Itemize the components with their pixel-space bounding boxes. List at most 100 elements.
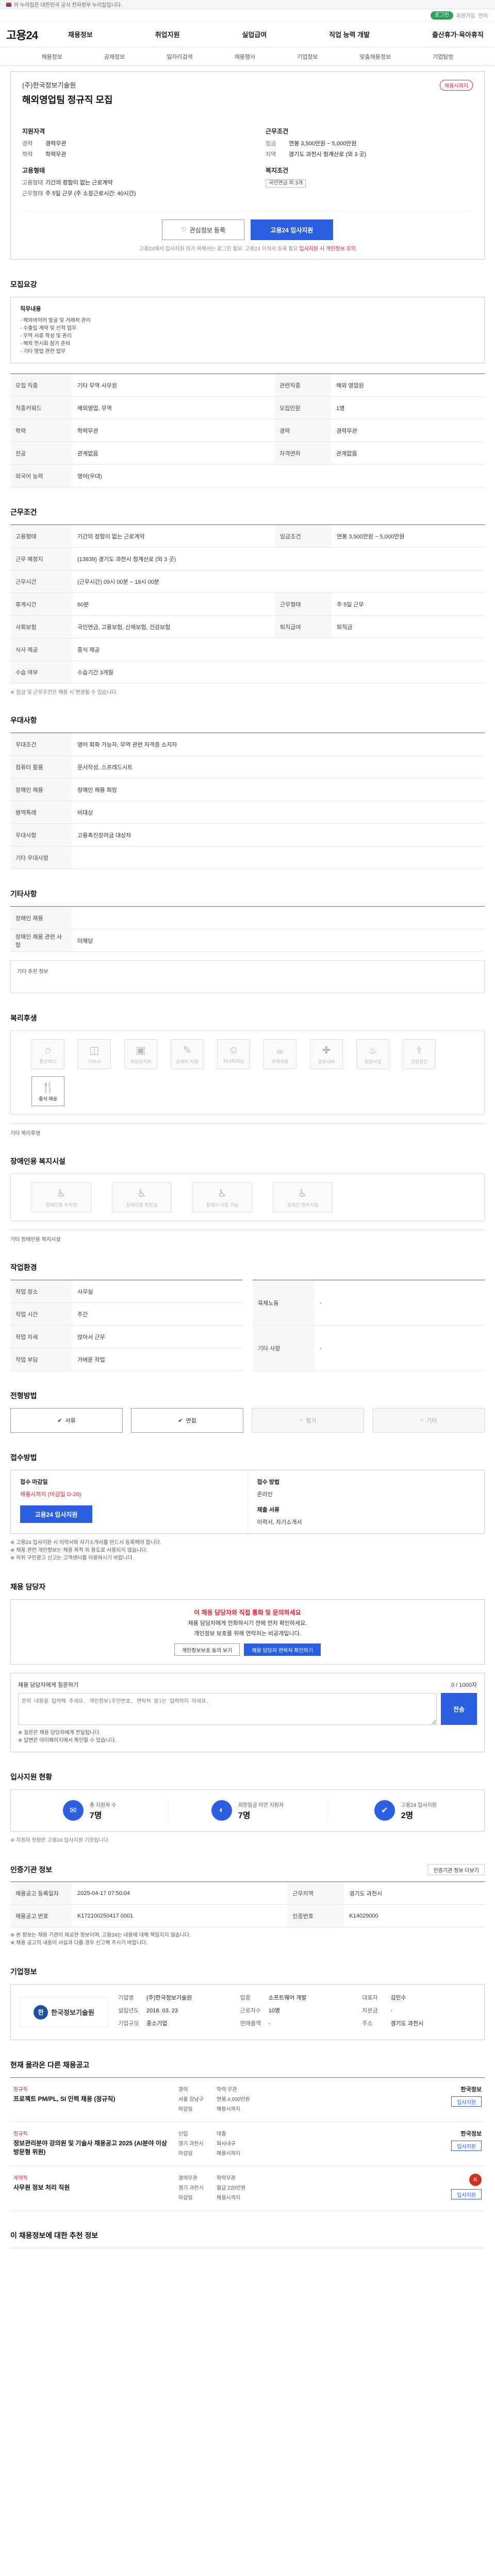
duty-line: - 해외바이어 발굴 및 거래처 관리 [20,318,91,324]
table-row: 휴게시간 60분 근무형태 주 5일 근무 [10,592,485,616]
row-value: 주간 [72,1302,242,1326]
snb-item[interactable]: 기업탐방 [433,53,453,61]
table-row: 육체노동 - [253,1280,485,1326]
corp-logo-mark: 한 [34,2005,48,2020]
snb-item[interactable]: 채용행사 [235,53,255,61]
meta-b: 회사내규 [217,2141,236,2147]
row-key: 모집 직종 [10,374,72,397]
info-more-button[interactable]: 인증기관 정보 더보기 [427,1864,485,1875]
gnb-menu: 채용정보 취업지원 실업급여 직업 능력 개발 출산휴가·육아휴직 [63,29,489,39]
job-list-tag: 계약직 [13,2176,28,2181]
note-line: ※ 고용24 입사지원 시 이력서와 자기소개서를 반드시 등록해야 합니다. [10,1540,161,1546]
row-key: 기타 우대사항 [10,846,72,869]
join-link[interactable]: 회원가입 [456,11,475,19]
job-list-meta: 경력 학력 무관 서울 강남구 연봉 4,000만원 마감일 채용시까지 [178,2085,420,2114]
apply-button[interactable]: 고용24 입사지원 [251,219,333,240]
workenv-heading: 작업환경 [10,1263,37,1272]
work-heading: 근무조건 [10,508,37,516]
row-key-2: 자격면허 [274,442,332,465]
gnb-item[interactable]: 취업지원 [155,29,180,39]
other-table: 장애인 채용 장애인 채용 관련 사항 미해당 [10,906,485,952]
job-list-title[interactable]: 프로젝트 PM/PL, SI 인력 채용 (정규직) [13,2095,173,2104]
corp-key: 자본금 [362,2008,378,2014]
meta-b: 채용시까지 [217,2151,240,2157]
snb-item[interactable]: 채용정보 [41,53,62,61]
corp-row: 대표자 김민수 [362,1994,475,2002]
note-line: ※ 질문은 채용 담당자에게 전달됩니다. [18,1730,101,1736]
site-logo[interactable]: 고용24 [6,26,63,43]
question-box: 채용 담당자에게 질문하기 0 / 1000자 전송 ※ 질문은 채용 담당자에게… [10,1673,485,1752]
welfare-label: 중식 제공 [39,1096,57,1101]
snb-item[interactable]: 공채정보 [104,53,125,61]
other-heading: 기타사항 [10,890,37,898]
meta-a: 경력 [178,2087,188,2093]
row-value: 미해당 [72,929,485,952]
meta-b: 연봉 4,000만원 [217,2097,250,2103]
row-key: 채용공고 번호 [10,1904,72,1927]
summary-key: 근무형태 [22,191,43,197]
disabled-item: ♿ 장애인용 주차장 [31,1182,91,1212]
stat-label: 총 지원자 수 [89,1802,117,1808]
language-link[interactable]: 언어 [478,11,488,19]
manager-h1: 이 채용 담당자와 직접 통화 및 문의하세요 [194,1609,301,1616]
scrap-button[interactable]: ♡ 관심정보 등록 [162,219,244,240]
welfare-label: 차량유지비 [130,1059,152,1064]
snb-item[interactable]: 맞춤채용정보 [359,53,391,61]
stat-item: ◐ 희망임금 미만 지원자 7명 [168,1800,326,1821]
job-list-meta-row: 경기 과천시 월급 220만원 [178,2183,420,2191]
company-name[interactable]: (주)한국정보기술원 [22,80,113,90]
welfare-label: 주택지원 [271,1059,289,1064]
global-nav: 고용24 채용정보 취업지원 실업급여 직업 능력 개발 출산휴가·육아휴직 [0,22,495,47]
job-list-item: 정규직 프로젝트 PM/PL, SI 인력 채용 (정규직) 경력 학력 무관 서울 강… [10,2077,485,2122]
job-list-apply-button[interactable]: 입사지원 [451,2189,482,2199]
question-count: 0 / 1000자 [451,1682,477,1688]
snb-item[interactable]: 일자리검색 [167,53,193,61]
welfare-icon: 🍴 [41,1081,55,1093]
disabled-item: ♿ 휠체어 이동 가능 [192,1182,252,1212]
job-list-apply-button[interactable]: 입사지원 [451,2096,482,2107]
welfare-icon: ♨ [368,1044,377,1056]
manager-contact-button[interactable]: 채용 담당자 연락처 확인하기 [244,1643,321,1656]
corp-key: 기업규모 [118,2021,139,2027]
summary-row: 임금 연봉 3,500만원 ~ 5,000만원 [266,140,473,148]
job-list-apply-button[interactable]: 입사지원 [451,2141,482,2151]
snb-item[interactable]: 기업정보 [297,53,318,61]
row-key: 식사 제공 [10,638,72,661]
gnb-item[interactable]: 직업 능력 개발 [329,29,370,39]
corp-row: 기업규모 중소기업 [118,2020,231,2028]
login-button[interactable]: 로그인 [431,11,453,20]
job-list-meta-row: 마감일 채용시까지 [178,2105,420,2112]
question-input[interactable] [18,1693,437,1725]
table-row: 병역특례 비대상 [10,801,485,824]
stat-item: ✔ 고용24 입사지원 2명 [326,1800,484,1821]
method-step: ○ 필기 [252,1408,364,1433]
job-list-right: 한국정보 입사지원 [425,2129,482,2159]
apply-button-2[interactable]: 고용24 입사지원 [20,1505,92,1523]
question-send-button[interactable]: 전송 [441,1693,477,1725]
job-list-meta-row: 경력 학력 무관 [178,2085,420,2093]
gnb-item[interactable]: 출산휴가·육아휴직 [432,29,484,39]
summary-value: 연봉 3,500만원 ~ 5,000만원 [289,141,357,147]
corp-key: 연매출액 [240,2021,261,2027]
row-value: (13839) 경기도 과천시 청계산로 (외 3 곳) [72,547,485,570]
row-key: 병역특례 [10,801,72,824]
job-list-meta: 경력무관 학력무관 경기 과천시 월급 220만원 마감일 채용시까지 [178,2174,420,2203]
welfare-icon: ☕ [275,1044,285,1056]
job-list-meta-row: 마감일 채용시까지 [178,2193,420,2201]
table-row: 근무 예정지 (13839) 경기도 과천시 청계산로 (외 3 곳) [10,547,485,570]
summary-key: 학력 [22,151,33,158]
job-list-left: 정규직 프로젝트 PM/PL, SI 인력 채용 (정규직) [13,2085,173,2114]
meta-b: 학력무관 [217,2176,236,2181]
job-list-right: K 입사지원 [425,2174,482,2203]
gnb-item[interactable]: 실업급여 [242,29,267,39]
summary-value: 학력무관 [45,151,67,158]
job-list-title[interactable]: 사무원 정보 처리 직원 [13,2183,173,2192]
job-list-title[interactable]: 정보관리분야 강의원 및 기술사 채용공고 2025 (AI분야 이상 방문형 … [13,2139,173,2157]
scrap-button-label: 관심정보 등록 [189,226,226,234]
privacy-consent-button[interactable]: 개인정보보호 동의 보기 [174,1643,240,1656]
qual-heading: 지원자격 [22,128,45,135]
manager-h3: 개인정보 보호를 위해 연락처는 비공개입니다. [194,1631,301,1637]
gnb-item[interactable]: 채용정보 [68,29,93,39]
row-key: 작업 장소 [10,1280,72,1303]
table-row: 수습 여부 수습기간 3개월 [10,660,485,684]
